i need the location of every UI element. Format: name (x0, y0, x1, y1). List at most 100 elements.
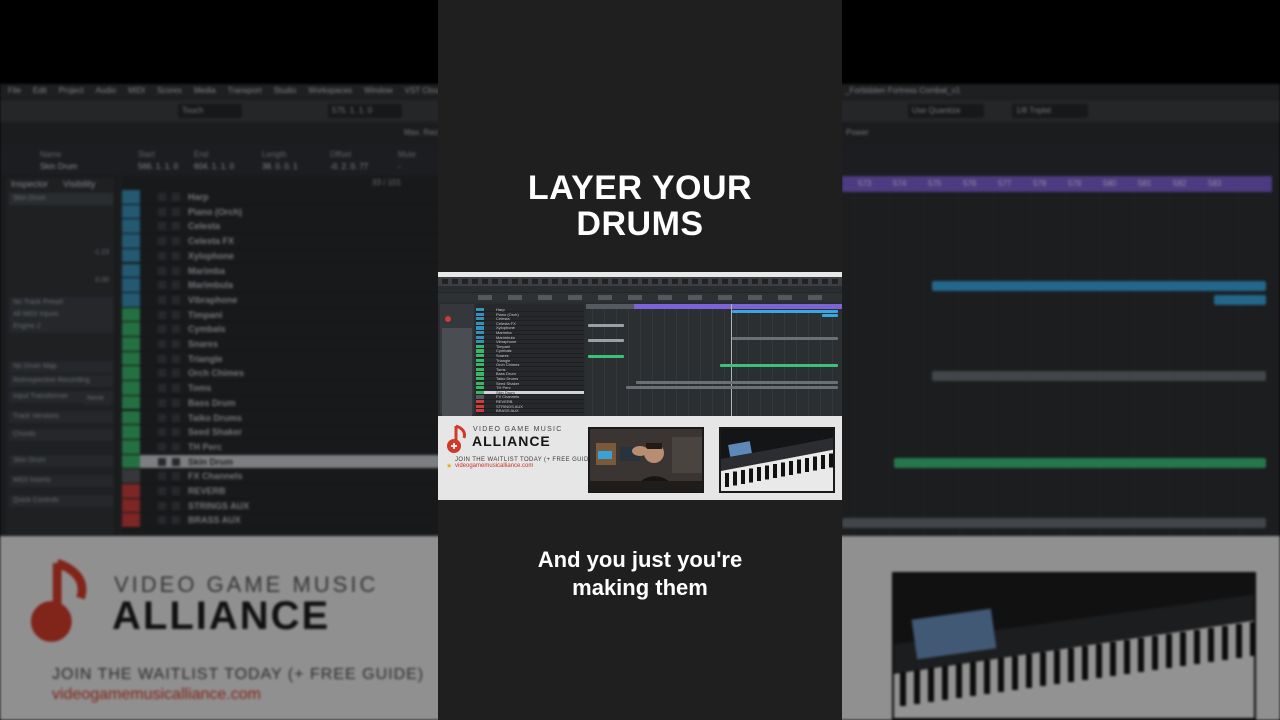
bg-mute-button (158, 295, 166, 304)
toolbar-button[interactable] (632, 279, 638, 284)
info-field (478, 295, 492, 300)
keyboard-photo (719, 427, 835, 493)
midi-clip[interactable] (822, 314, 838, 317)
track-color (476, 372, 484, 376)
toolbar-button[interactable] (752, 279, 758, 284)
toolbar-button[interactable] (532, 279, 538, 284)
bg-solo-button (172, 369, 180, 378)
toolbar-button[interactable] (652, 279, 658, 284)
bg-quantize-mode: Use Quantize (908, 104, 984, 118)
toolbar-button[interactable] (662, 279, 668, 284)
bg-mute-button (158, 251, 166, 260)
bg-track-row: Marimbula (122, 278, 438, 293)
toolbar-button[interactable] (542, 279, 548, 284)
daw-info-line (438, 292, 842, 302)
grid-line (796, 309, 797, 416)
toolbar-button[interactable] (482, 279, 488, 284)
toolbar-button[interactable] (562, 279, 568, 284)
toolbar-button[interactable] (692, 279, 698, 284)
bg-track-row: STRINGS AUX (122, 498, 438, 514)
midi-clip[interactable] (732, 337, 838, 340)
toolbar-button[interactable] (702, 279, 708, 284)
track-color (476, 326, 484, 330)
track-name: BRASS AUX (496, 408, 519, 414)
bg-ruler-bar: 583 (1208, 179, 1222, 188)
bg-info-line: Name Skin Drum Start 566. 1. 1. 0 End 604. 1.… (0, 146, 438, 174)
toolbar-button[interactable] (472, 279, 478, 284)
toolbar-button[interactable] (462, 279, 468, 284)
toolbar-button[interactable] (792, 279, 798, 284)
toolbar-button[interactable] (492, 279, 498, 284)
headline-line-1: LAYER YOUR (527, 169, 753, 207)
bg-solo-button (172, 384, 180, 393)
bg-track-row: Piano (Orch) (122, 204, 438, 220)
bg-inspector-track-name: Skin Drum (9, 193, 113, 205)
toolbar-button[interactable] (622, 279, 628, 284)
bg-keyboard-keys (894, 594, 1254, 718)
midi-clip[interactable] (588, 339, 624, 342)
toolbar-button[interactable] (552, 279, 558, 284)
bg-menu-item: Window (364, 86, 393, 95)
bg-solo-button (172, 237, 180, 246)
toolbar-button[interactable] (712, 279, 718, 284)
caption-line-1: And you just you're (537, 547, 743, 572)
toolbar-button[interactable] (522, 279, 528, 284)
toolbar-button[interactable] (672, 279, 678, 284)
midi-clip[interactable] (588, 355, 624, 358)
bg-music-note-logo-icon (30, 559, 87, 642)
bg-track-row: Seed Shaker (122, 425, 438, 440)
bg-track-name: Taiko Drums (188, 412, 242, 423)
toolbar-button[interactable] (442, 279, 448, 284)
toolbar-button[interactable] (682, 279, 688, 284)
toolbar-button[interactable] (602, 279, 608, 284)
bg-daw-window: File Edit Project Audio MIDI Scores Media Trans… (0, 84, 438, 536)
toolbar-button[interactable] (762, 279, 768, 284)
bg-track-color (122, 322, 140, 336)
toolbar-button[interactable] (592, 279, 598, 284)
toolbar-button[interactable] (572, 279, 578, 284)
midi-clip[interactable] (732, 310, 838, 313)
bg-track-color (122, 190, 140, 204)
toolbar-button[interactable] (732, 279, 738, 284)
bg-track-row: Marimba (122, 263, 438, 279)
toolbar-button[interactable] (832, 279, 838, 284)
website-link[interactable]: videogamemusicalliance.com (455, 463, 533, 469)
bg-midi-clip (932, 281, 1266, 291)
toolbar-button[interactable] (802, 279, 808, 284)
toolbar-button[interactable] (452, 279, 458, 284)
bg-track-color (122, 484, 140, 498)
track-color (476, 390, 484, 395)
midi-clip[interactable] (626, 386, 838, 389)
toolbar-button[interactable] (722, 279, 728, 284)
toolbar-button[interactable] (502, 279, 508, 284)
bg-arrange-window: 573 574 575 576 577 578 579 580 581 582 583 (842, 176, 1280, 536)
bg-solo-button (172, 516, 180, 525)
video-frame: File Edit Project Audio MIDI Scores Media Trans… (0, 0, 1280, 720)
toolbar-button[interactable] (612, 279, 618, 284)
bg-track-color (122, 425, 140, 439)
bg-menu-item: File (8, 86, 21, 95)
toolbar-button[interactable] (812, 279, 818, 284)
caption-line-2: making them (572, 575, 708, 600)
midi-clip[interactable] (588, 324, 624, 327)
toolbar-button[interactable] (582, 279, 588, 284)
midi-clip[interactable] (636, 381, 838, 384)
toolbar-button[interactable] (782, 279, 788, 284)
track-row[interactable]: BRASS AUX (476, 408, 584, 414)
toolbar-button[interactable] (822, 279, 828, 284)
grid-line (676, 309, 677, 416)
bg-track-row: Triangle (122, 351, 438, 367)
bg-website-text: videogamemusicalliance.com (52, 686, 261, 703)
toolbar-button[interactable] (512, 279, 518, 284)
midi-clip[interactable] (720, 364, 838, 367)
toolbar-button[interactable] (772, 279, 778, 284)
bg-fader-value: -1.23 (93, 249, 109, 256)
track-color (476, 395, 484, 399)
bg-solo-button (172, 501, 180, 510)
bg-info-header: Name (40, 150, 62, 159)
bg-mute-button (158, 398, 166, 407)
bg-track-name: Harp (188, 192, 209, 202)
bg-track-name: Seed Shaker (188, 427, 243, 438)
toolbar-button[interactable] (742, 279, 748, 284)
toolbar-button[interactable] (642, 279, 648, 284)
